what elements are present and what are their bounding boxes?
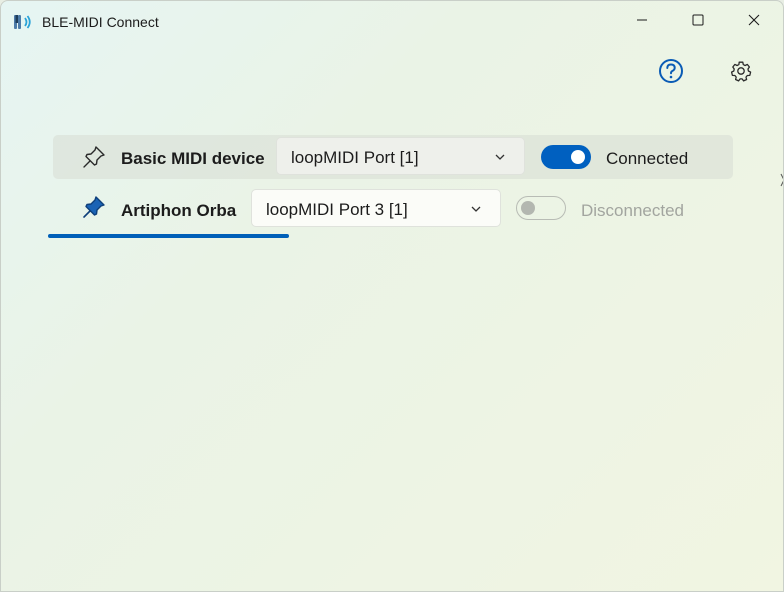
chevron-down-icon xyxy=(495,154,505,160)
pin-outline-icon[interactable] xyxy=(81,144,107,170)
port-select-value: loopMIDI Port [1] xyxy=(291,148,419,167)
toggle-knob xyxy=(521,201,535,215)
maximize-icon xyxy=(692,14,704,26)
pin-filled-icon[interactable] xyxy=(81,194,107,220)
connection-toggle[interactable] xyxy=(541,145,591,169)
maximize-button[interactable] xyxy=(670,1,726,39)
gear-icon xyxy=(730,61,752,82)
connection-status: Disconnected xyxy=(581,201,685,220)
close-icon xyxy=(748,14,760,26)
title-bar[interactable]: BLE-MIDI Connect xyxy=(1,1,783,41)
help-button[interactable] xyxy=(658,58,684,84)
minimize-button[interactable] xyxy=(614,1,670,39)
toggle-knob xyxy=(571,150,585,164)
question-circle-icon xyxy=(659,59,683,83)
chevron-down-icon xyxy=(471,206,481,212)
settings-button[interactable] xyxy=(730,60,752,82)
device-name: Basic MIDI device xyxy=(121,149,265,168)
selection-indicator xyxy=(48,234,289,238)
window-title: BLE-MIDI Connect xyxy=(42,14,159,30)
port-select-value: loopMIDI Port 3 [1] xyxy=(266,200,408,219)
minimize-icon xyxy=(637,19,647,21)
connection-status: Connected xyxy=(606,149,689,168)
device-row-basic-midi: Basic MIDI device loopMIDI Port [1] Conn… xyxy=(53,135,733,179)
connection-toggle[interactable] xyxy=(516,196,566,220)
close-button[interactable] xyxy=(726,1,782,39)
ble-midi-app-icon xyxy=(14,15,31,29)
device-row-artiphon-orba: Artiphon Orba loopMIDI Port 3 [1] Discon… xyxy=(53,187,733,231)
app-window: BLE-MIDI Connect Basic MIDI device loopM… xyxy=(0,0,784,592)
port-select[interactable]: loopMIDI Port 3 [1] xyxy=(251,189,501,227)
port-select[interactable]: loopMIDI Port [1] xyxy=(276,137,525,175)
resize-edge-mark xyxy=(780,173,783,187)
device-name: Artiphon Orba xyxy=(121,201,237,220)
